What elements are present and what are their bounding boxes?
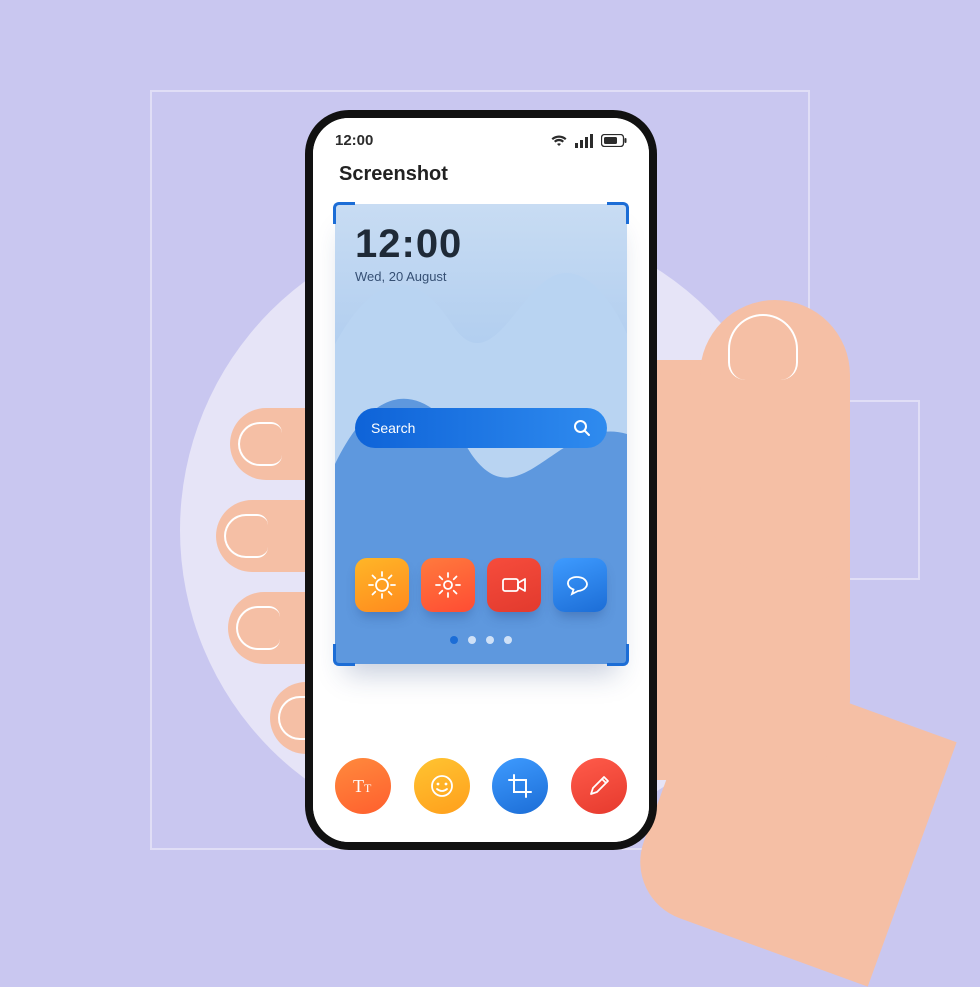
edit-toolbar: TT	[313, 758, 649, 814]
page-dot[interactable]	[486, 636, 494, 644]
page-dot[interactable]	[468, 636, 476, 644]
text-tool-button[interactable]: TT	[335, 758, 391, 814]
svg-text:T: T	[353, 776, 364, 796]
camera-icon	[499, 570, 529, 600]
gear-icon	[433, 570, 463, 600]
page-title: Screenshot	[313, 153, 649, 198]
signal-icon	[575, 134, 593, 148]
app-messages[interactable]	[553, 558, 607, 612]
status-time: 12:00	[335, 132, 373, 149]
emoji-icon	[428, 772, 456, 800]
page-dot[interactable]	[504, 636, 512, 644]
crop-icon	[506, 772, 534, 800]
sun-icon	[367, 570, 397, 600]
phone-frame: 12:00 Screenshot 12:00 Wed, 20 August	[305, 110, 657, 850]
app-settings[interactable]	[421, 558, 475, 612]
crop-corner-bl[interactable]	[333, 644, 355, 666]
search-bar[interactable]: Search	[355, 408, 607, 448]
battery-icon	[601, 134, 627, 147]
status-icons	[551, 134, 627, 148]
lockscreen-time: 12:00	[355, 222, 607, 267]
app-row	[355, 558, 607, 612]
crop-corner-br[interactable]	[607, 644, 629, 666]
app-weather[interactable]	[355, 558, 409, 612]
chat-icon	[565, 570, 595, 600]
svg-text:T: T	[364, 781, 372, 795]
wifi-icon	[551, 135, 567, 147]
screenshot-preview[interactable]: 12:00 Wed, 20 August Search	[335, 204, 627, 664]
page-indicator[interactable]	[335, 636, 627, 644]
crop-tool-button[interactable]	[492, 758, 548, 814]
page-dot[interactable]	[450, 636, 458, 644]
draw-tool-button[interactable]	[571, 758, 627, 814]
search-icon	[573, 419, 591, 437]
pencil-icon	[585, 772, 613, 800]
text-icon: TT	[349, 772, 377, 800]
emoji-tool-button[interactable]	[414, 758, 470, 814]
lockscreen-date: Wed, 20 August	[355, 269, 607, 284]
search-placeholder: Search	[371, 420, 415, 436]
lockscreen-clock: 12:00 Wed, 20 August	[335, 204, 627, 284]
status-bar: 12:00	[313, 118, 649, 153]
phone-screen: 12:00 Screenshot 12:00 Wed, 20 August	[313, 118, 649, 842]
app-camera[interactable]	[487, 558, 541, 612]
